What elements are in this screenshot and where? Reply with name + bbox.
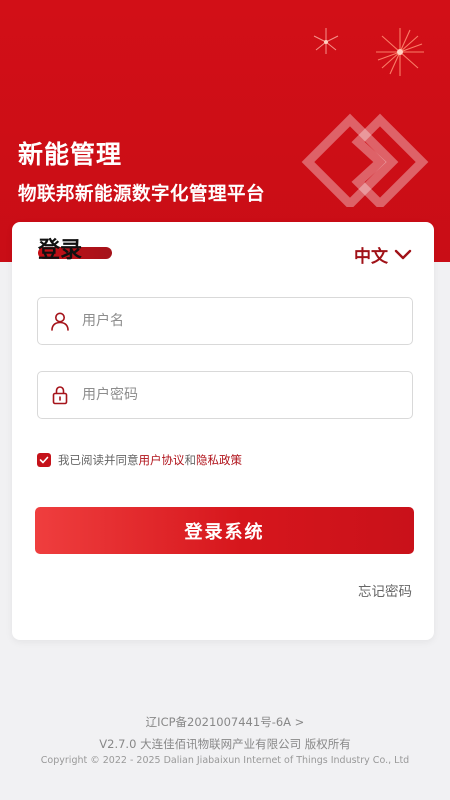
user-icon	[51, 312, 69, 331]
app-subtitle: 物联邦新能源数字化管理平台	[18, 184, 266, 205]
agreement-row: 我已阅读并同意 用户协议和隐私政策	[37, 452, 242, 468]
login-button[interactable]: 登录系统	[35, 507, 414, 554]
icp-link[interactable]: 辽ICP备2021007441号-6A >	[0, 714, 450, 730]
agreement-prefix: 我已阅读并同意	[58, 453, 139, 467]
language-label: 中文	[354, 247, 388, 267]
check-icon	[39, 456, 49, 464]
username-field[interactable]	[37, 297, 413, 345]
user-agreement-link[interactable]: 用户协议	[139, 452, 185, 468]
forgot-password-link[interactable]: 忘记密码	[358, 580, 412, 600]
agreement-checkbox[interactable]	[37, 453, 51, 467]
agreement-conjunction: 和	[184, 453, 197, 467]
lock-icon	[52, 386, 68, 405]
username-input[interactable]	[80, 300, 412, 342]
version-text: V2.7.0 大连佳佰讯物联网产业有限公司 版权所有	[99, 737, 351, 751]
brand-logo-icon	[301, 113, 429, 207]
login-title: 登录	[38, 238, 83, 263]
copyright-text: Copyright © 2022 - 2025 Dalian Jiabaixun…	[40, 755, 410, 766]
chevron-down-icon	[394, 249, 412, 259]
app-title: 新能管理	[18, 140, 123, 169]
fireworks-icon	[313, 28, 424, 76]
privacy-policy-link[interactable]: 隐私政策	[196, 452, 242, 468]
language-switcher[interactable]: 中文	[354, 242, 412, 267]
password-input[interactable]	[80, 374, 412, 416]
login-page: 新能管理 物联邦新能源数字化管理平台 登录 中文 用户名 我已阅读并同意 用户协…	[0, 0, 450, 800]
password-field[interactable]	[37, 371, 413, 419]
login-card: 登录 中文 用户名 我已阅读并同意 用户协议 和 隐私政策 登录系统 忘记密码	[12, 222, 434, 640]
